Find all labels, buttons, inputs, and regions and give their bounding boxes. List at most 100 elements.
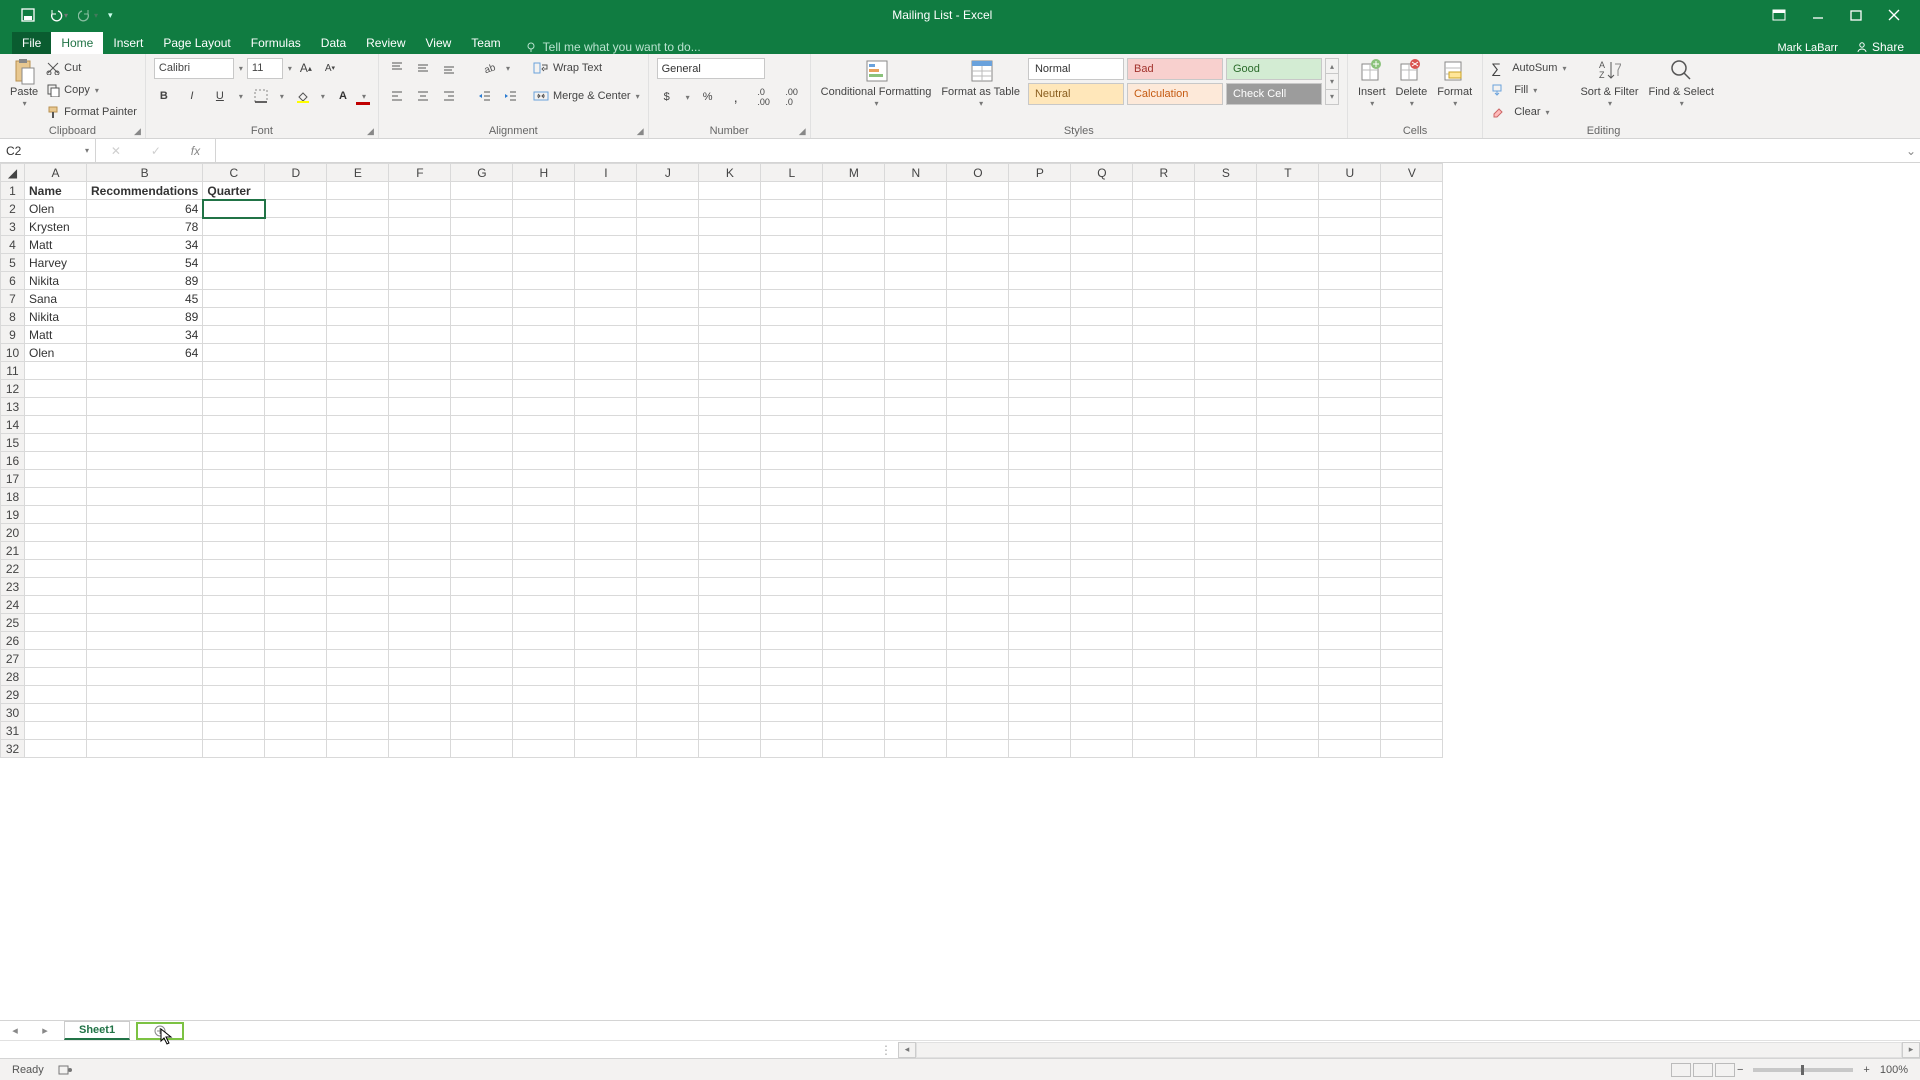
cell[interactable]: Olen [25,200,87,218]
col-header-I[interactable]: I [575,164,637,182]
cell[interactable] [513,578,575,596]
cell[interactable] [87,614,203,632]
cell[interactable]: 89 [87,308,203,326]
row-header[interactable]: 12 [1,380,25,398]
cell[interactable] [699,272,761,290]
cell[interactable] [87,560,203,578]
cell[interactable] [1195,740,1257,758]
row-header[interactable]: 24 [1,596,25,614]
cell[interactable] [761,200,823,218]
cell[interactable] [885,740,947,758]
cell[interactable] [1195,632,1257,650]
cell[interactable] [513,416,575,434]
cell[interactable] [823,254,885,272]
cell[interactable] [1009,668,1071,686]
view-page-layout-icon[interactable] [1693,1063,1713,1077]
tab-data[interactable]: Data [311,32,356,54]
cell[interactable] [25,614,87,632]
col-header-K[interactable]: K [699,164,761,182]
cell[interactable] [637,704,699,722]
cell[interactable] [513,434,575,452]
cell[interactable] [1381,614,1443,632]
cell[interactable] [265,686,327,704]
cell[interactable] [203,632,265,650]
cell[interactable] [389,596,451,614]
cell[interactable] [1257,704,1319,722]
cell[interactable] [265,326,327,344]
cell[interactable] [761,650,823,668]
cell[interactable] [513,236,575,254]
cell[interactable] [389,398,451,416]
cell[interactable] [1009,434,1071,452]
maximize-icon[interactable] [1850,9,1862,21]
cell[interactable] [575,272,637,290]
cell[interactable] [1133,578,1195,596]
cell[interactable] [327,650,389,668]
cell[interactable] [389,578,451,596]
cell[interactable] [1381,740,1443,758]
cell[interactable] [203,362,265,380]
cell[interactable] [823,344,885,362]
row-header[interactable]: 31 [1,722,25,740]
cell[interactable] [513,632,575,650]
cell[interactable] [389,524,451,542]
cell[interactable] [265,416,327,434]
cell[interactable] [327,236,389,254]
cell[interactable] [885,344,947,362]
cell[interactable] [327,668,389,686]
cell[interactable] [575,452,637,470]
cell[interactable] [823,578,885,596]
cell[interactable] [1195,542,1257,560]
cell[interactable] [1009,650,1071,668]
cell[interactable] [637,632,699,650]
row-header[interactable]: 7 [1,290,25,308]
cell[interactable] [1133,452,1195,470]
row-header[interactable]: 1 [1,182,25,200]
cell[interactable] [575,596,637,614]
cell[interactable] [1319,686,1381,704]
cell[interactable] [327,416,389,434]
cell[interactable] [1381,200,1443,218]
cell[interactable] [1319,614,1381,632]
cell[interactable] [265,254,327,272]
cell[interactable] [885,254,947,272]
cell[interactable] [575,488,637,506]
cell[interactable] [699,398,761,416]
redo-icon[interactable]: ▾ [78,5,98,25]
cell[interactable] [1319,542,1381,560]
cell[interactable] [1195,272,1257,290]
cell[interactable] [699,560,761,578]
cell[interactable] [1071,254,1133,272]
cell[interactable] [823,380,885,398]
cell[interactable] [203,560,265,578]
cell[interactable] [761,380,823,398]
cell[interactable] [265,704,327,722]
save-icon[interactable] [18,5,38,25]
hscroll-left-icon[interactable]: ◂ [898,1042,916,1058]
decrease-decimal-icon[interactable]: .00.0 [782,87,802,107]
cell[interactable] [1195,506,1257,524]
cell[interactable] [575,182,637,200]
cell[interactable] [823,542,885,560]
cell[interactable] [1195,416,1257,434]
cell[interactable] [947,218,1009,236]
cell[interactable] [1133,254,1195,272]
cell[interactable] [1071,182,1133,200]
cell[interactable] [451,506,513,524]
cell[interactable] [265,524,327,542]
cell[interactable] [451,272,513,290]
cell[interactable] [1257,380,1319,398]
cell[interactable] [389,722,451,740]
cell[interactable] [1133,704,1195,722]
cell[interactable] [947,398,1009,416]
cell[interactable] [1257,668,1319,686]
cell[interactable] [1009,344,1071,362]
tab-page-layout[interactable]: Page Layout [153,32,240,54]
tab-team[interactable]: Team [461,32,510,54]
cell[interactable] [699,542,761,560]
cell[interactable] [761,542,823,560]
cell[interactable] [389,200,451,218]
cell[interactable]: 78 [87,218,203,236]
row-header[interactable]: 6 [1,272,25,290]
cell[interactable] [203,524,265,542]
